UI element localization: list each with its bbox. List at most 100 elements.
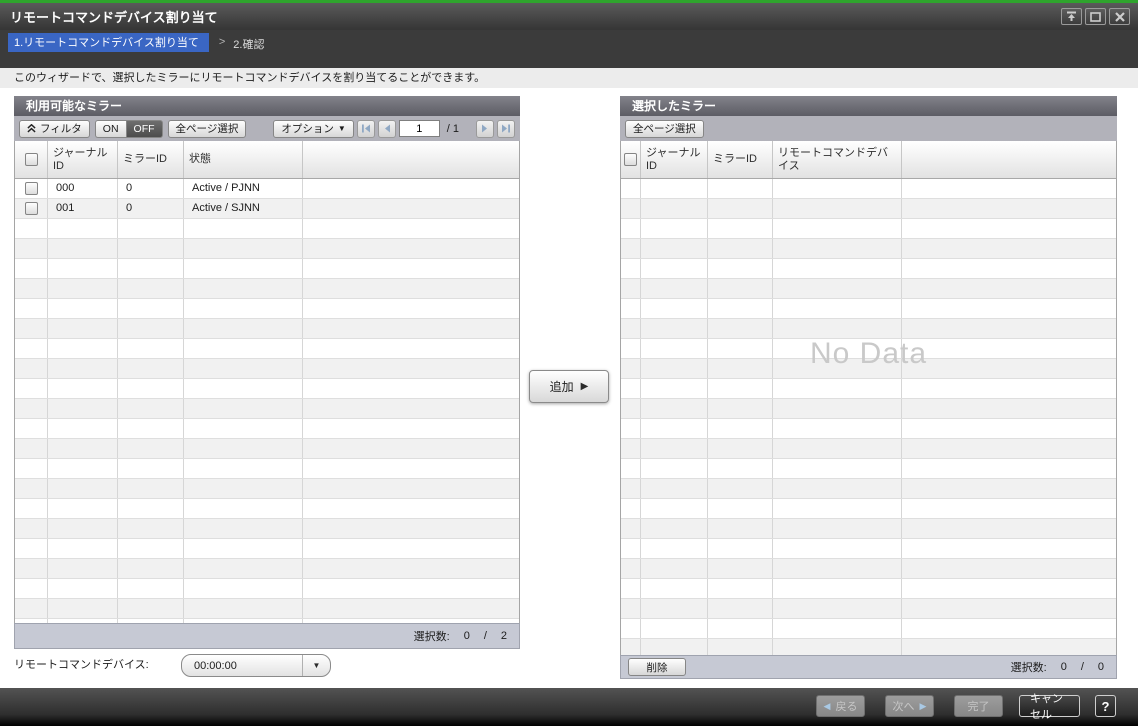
row-checkbox-cell bbox=[15, 619, 48, 623]
cell-remote_command_device bbox=[773, 379, 902, 398]
table-row bbox=[15, 559, 519, 579]
column-header-mirror-id: ミラーID bbox=[708, 141, 773, 178]
cell-status bbox=[184, 239, 303, 258]
cell-mirror_id bbox=[708, 259, 773, 278]
wizard-instruction-text: このウィザードで、選択したミラーにリモートコマンドデバイスを割り当てることができ… bbox=[0, 68, 1138, 88]
cell-mirror_id bbox=[118, 459, 184, 478]
maximize-icon[interactable] bbox=[1085, 8, 1106, 25]
selected-count: 0 bbox=[464, 630, 470, 642]
last-page-button[interactable] bbox=[497, 120, 515, 138]
row-checkbox-cell bbox=[621, 599, 641, 618]
cell-remote_command_device bbox=[773, 459, 902, 478]
cell-filler bbox=[303, 559, 519, 578]
finish-button[interactable]: 完了 bbox=[954, 695, 1003, 717]
table-row bbox=[621, 499, 1116, 519]
cell-mirror_id bbox=[118, 339, 184, 358]
select-all-pages-button[interactable]: 全ページ選択 bbox=[625, 120, 704, 138]
row-checkbox[interactable] bbox=[25, 202, 38, 215]
cell-status bbox=[184, 599, 303, 618]
table-row bbox=[621, 339, 1116, 359]
cell-journal_id bbox=[641, 259, 708, 278]
next-button[interactable]: 次へ ▶ bbox=[885, 695, 934, 717]
dropdown-arrow-button[interactable]: ▼ bbox=[302, 655, 330, 676]
filter-off-button[interactable]: OFF bbox=[126, 120, 163, 138]
row-checkbox-cell bbox=[621, 359, 641, 378]
table-row bbox=[15, 279, 519, 299]
select-all-checkbox[interactable] bbox=[25, 153, 38, 166]
cell-journal_id bbox=[641, 399, 708, 418]
cell-journal_id bbox=[48, 239, 118, 258]
filter-button[interactable]: フィルタ bbox=[19, 120, 90, 138]
row-checkbox-cell bbox=[15, 239, 48, 258]
filter-on-off-toggle: ON OFF bbox=[95, 120, 163, 138]
options-button[interactable]: オプション ▼ bbox=[273, 120, 353, 138]
add-button[interactable]: 追加 ▶ bbox=[529, 370, 609, 403]
filter-on-button[interactable]: ON bbox=[95, 120, 126, 138]
cell-journal_id bbox=[48, 259, 118, 278]
back-button[interactable]: ◀ 戻る bbox=[816, 695, 865, 717]
close-icon[interactable] bbox=[1109, 8, 1130, 25]
row-checkbox-cell bbox=[15, 419, 48, 438]
table-row bbox=[15, 599, 519, 619]
cell-remote_command_device bbox=[773, 539, 902, 558]
row-checkbox-cell bbox=[621, 219, 641, 238]
first-page-button[interactable] bbox=[357, 120, 375, 138]
cell-filler bbox=[902, 499, 1116, 518]
row-checkbox-cell bbox=[621, 479, 641, 498]
cell-filler bbox=[902, 219, 1116, 238]
available-mirrors-panel: 利用可能なミラー フィルタ ON OFF 全ページ選択 オプション ▼ / 1 bbox=[14, 96, 520, 649]
column-header-filler bbox=[303, 141, 519, 178]
row-checkbox-cell bbox=[15, 579, 48, 598]
cell-journal_id bbox=[48, 419, 118, 438]
cell-journal_id bbox=[48, 319, 118, 338]
select-all-pages-button[interactable]: 全ページ選択 bbox=[168, 120, 247, 138]
cell-filler bbox=[902, 259, 1116, 278]
cell-journal_id bbox=[641, 599, 708, 618]
row-checkbox-cell bbox=[15, 499, 48, 518]
table-row[interactable]: 0010Active / SJNN bbox=[15, 199, 519, 219]
row-checkbox-cell bbox=[621, 339, 641, 358]
cell-status bbox=[184, 619, 303, 623]
delete-button[interactable]: 削除 bbox=[628, 658, 686, 676]
cell-status bbox=[184, 279, 303, 298]
cell-remote_command_device bbox=[773, 339, 902, 358]
table-row bbox=[621, 519, 1116, 539]
cell-journal_id bbox=[641, 379, 708, 398]
page-number-input[interactable] bbox=[399, 120, 440, 137]
cancel-button[interactable]: キャンセル bbox=[1019, 695, 1080, 717]
cell-status bbox=[184, 479, 303, 498]
table-row bbox=[621, 399, 1116, 419]
collapse-icon[interactable] bbox=[1061, 8, 1082, 25]
table-row[interactable]: 0000Active / PJNN bbox=[15, 179, 519, 199]
select-all-checkbox[interactable] bbox=[624, 153, 637, 166]
cell-filler bbox=[902, 239, 1116, 258]
wizard-step-1-active: 1.リモートコマンドデバイス割り当て bbox=[8, 33, 209, 52]
cell-journal_id bbox=[641, 559, 708, 578]
cell-filler bbox=[303, 319, 519, 338]
column-header-filler bbox=[902, 141, 1116, 178]
row-checkbox-cell bbox=[15, 559, 48, 578]
cell-status bbox=[184, 579, 303, 598]
cell-status bbox=[184, 539, 303, 558]
cell-filler bbox=[902, 539, 1116, 558]
cell-remote_command_device bbox=[773, 299, 902, 318]
total-count: 2 bbox=[501, 630, 507, 642]
cell-remote_command_device bbox=[773, 219, 902, 238]
cell-mirror_id bbox=[118, 579, 184, 598]
previous-page-button[interactable] bbox=[378, 120, 396, 138]
cell-journal_id bbox=[48, 219, 118, 238]
row-checkbox-cell bbox=[621, 179, 641, 198]
row-checkbox[interactable] bbox=[25, 182, 38, 195]
cell-filler bbox=[902, 399, 1116, 418]
cell-journal_id bbox=[641, 319, 708, 338]
cell-journal_id bbox=[641, 479, 708, 498]
next-page-button[interactable] bbox=[476, 120, 494, 138]
remote-command-device-dropdown[interactable]: 00:00:00 ▼ bbox=[181, 654, 331, 677]
cell-journal_id bbox=[48, 459, 118, 478]
cell-filler bbox=[303, 339, 519, 358]
table-row bbox=[15, 519, 519, 539]
help-button[interactable]: ? bbox=[1095, 695, 1116, 717]
cell-mirror_id bbox=[118, 599, 184, 618]
cell-journal_id bbox=[48, 339, 118, 358]
row-checkbox-cell bbox=[621, 279, 641, 298]
